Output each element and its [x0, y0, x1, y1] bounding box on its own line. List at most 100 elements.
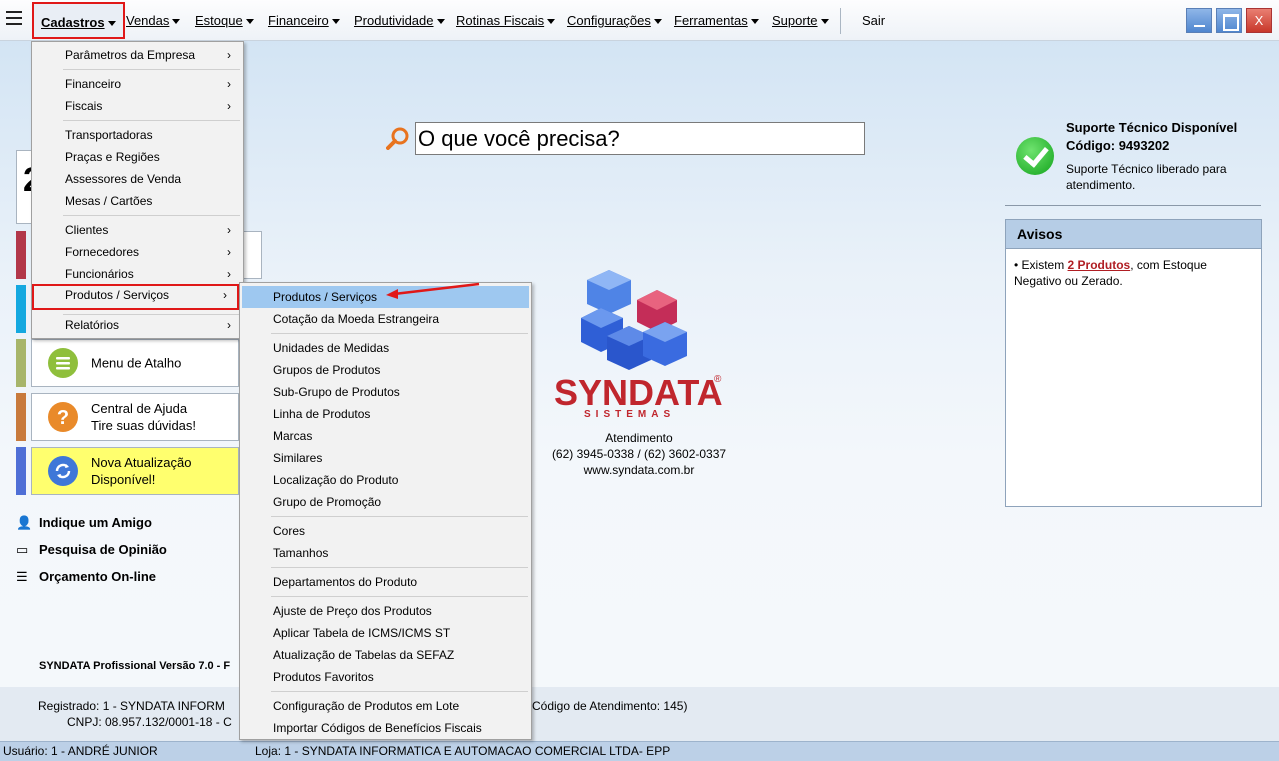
central-de-ajuda-label: Central de Ajuda Tire suas dúvidas!: [91, 401, 197, 433]
card-color-bar: [16, 339, 26, 387]
menu-item-fornecedores[interactable]: Fornecedores ›: [34, 241, 241, 263]
menu-item-pracas-regioes[interactable]: Praças e Regiões: [34, 146, 241, 168]
submenu-item-tamanhos[interactable]: Tamanhos: [242, 542, 529, 564]
question-icon: ?: [48, 402, 78, 432]
submenu-item-ajuste-preco[interactable]: Ajuste de Preço dos Produtos: [242, 600, 529, 622]
menu-item-parametros-empresa[interactable]: Parâmetros da Empresa ›: [34, 44, 241, 66]
submenu-item-tabela-icms[interactable]: Aplicar Tabela de ICMS/ICMS ST: [242, 622, 529, 644]
contact-website: www.syndata.com.br: [583, 463, 695, 477]
contact-title: Atendimento: [605, 431, 673, 445]
menu-bar: Cadastros Vendas Estoque Financeiro Prod…: [0, 0, 1279, 41]
chat-icon: ▭: [16, 542, 29, 557]
chevron-right-icon: ›: [223, 288, 227, 302]
menu-de-atalho-button[interactable]: Menu de Atalho: [31, 339, 239, 387]
minimize-button[interactable]: [1186, 8, 1212, 33]
menu-item-produtos-servicos[interactable]: Produtos / Serviços ›: [32, 284, 239, 310]
version-text: SYNDATA Profissional Versão 7.0 - F: [39, 660, 231, 672]
support-divider: [1005, 205, 1261, 206]
brand-registered-mark: ®: [714, 374, 722, 385]
checkmark-icon: [1016, 137, 1054, 175]
attendance-code-text: Código de Atendimento: 145): [532, 699, 688, 713]
menu-item-clientes[interactable]: Clientes ›: [34, 219, 241, 241]
menu-item-transportadoras[interactable]: Transportadoras: [34, 124, 241, 146]
status-user: Usuário: 1 - ANDRÉ JUNIOR: [3, 744, 158, 758]
submenu-item-importar-beneficios[interactable]: Importar Códigos de Benefícios Fiscais: [242, 717, 529, 739]
submenu-item-unidades-medidas[interactable]: Unidades de Medidas: [242, 337, 529, 359]
menu-separator: [63, 215, 240, 216]
menu-item-assessores-venda[interactable]: Assessores de Venda: [34, 168, 241, 190]
menu-separator: [63, 120, 240, 121]
avisos-panel: Avisos • Existem 2 Produtos, com Estoque…: [1005, 219, 1262, 507]
submenu-item-grupo-promocao[interactable]: Grupo de Promoção: [242, 491, 529, 513]
submenu-item-configuracao-lote[interactable]: Configuração de Produtos em Lote: [242, 695, 529, 717]
submenu-item-localizacao-produto[interactable]: Localização do Produto: [242, 469, 529, 491]
avisos-body: • Existem 2 Produtos, com Estoque Negati…: [1014, 258, 1207, 288]
status-store: Loja: 1 - SYNDATA INFORMATICA E AUTOMACA…: [255, 744, 671, 758]
orcamento-online-link[interactable]: ☰ Orçamento On-line: [16, 569, 156, 585]
menu-ferramentas[interactable]: Ferramentas: [674, 0, 759, 41]
submenu-item-cotacao-moeda[interactable]: Cotação da Moeda Estrangeira: [242, 308, 529, 330]
chevron-right-icon: ›: [227, 267, 231, 281]
menu-financeiro[interactable]: Financeiro: [268, 0, 340, 41]
search-input[interactable]: O que você precisa?: [415, 122, 865, 155]
cadastros-dropdown: Parâmetros da Empresa › Financeiro › Fisca…: [31, 41, 244, 339]
card-color-bar: [16, 393, 26, 441]
menu-de-atalho-label: Menu de Atalho: [91, 355, 182, 371]
submenu-item-subgrupo-produtos[interactable]: Sub-Grupo de Produtos: [242, 381, 529, 403]
pesquisa-opiniao-link[interactable]: ▭ Pesquisa de Opinião: [16, 542, 167, 558]
menu-vendas[interactable]: Vendas: [126, 0, 181, 41]
submenu-item-grupos-produtos[interactable]: Grupos de Produtos: [242, 359, 529, 381]
status-bar: Usuário: 1 - ANDRÉ JUNIOR Loja: 1 - SYND…: [0, 741, 1279, 761]
chevron-right-icon: ›: [227, 99, 231, 113]
chevron-right-icon: ›: [227, 223, 231, 237]
menu-sair[interactable]: Sair: [862, 0, 885, 41]
submenu-item-cores[interactable]: Cores: [242, 520, 529, 542]
brand-subtitle: SISTEMAS: [584, 409, 676, 420]
indique-amigo-link[interactable]: 👤 Indique um Amigo: [16, 515, 152, 531]
menu-suporte[interactable]: Suporte: [772, 0, 829, 41]
svg-text:?: ?: [57, 407, 69, 429]
brand-name: SYNDATA: [554, 372, 723, 413]
submenu-item-departamentos[interactable]: Departamentos do Produto: [242, 571, 529, 593]
submenu-item-produtos-favoritos[interactable]: Produtos Favoritos: [242, 666, 529, 688]
close-button[interactable]: X: [1246, 8, 1272, 33]
nova-atualizacao-label: Nova Atualização Disponível!: [91, 455, 192, 487]
nova-atualizacao-button[interactable]: Nova Atualização Disponível!: [31, 447, 239, 495]
card-color-bar: [16, 447, 26, 495]
menu-cadastros[interactable]: Cadastros: [32, 2, 125, 39]
annotation-arrow-icon: [386, 282, 480, 299]
refresh-icon: [48, 456, 78, 486]
card-color-bar: [16, 285, 26, 333]
avisos-title: Avisos: [1006, 220, 1261, 249]
submenu-item-linha-produtos[interactable]: Linha de Produtos: [242, 403, 529, 425]
menu-item-fiscais[interactable]: Fiscais ›: [34, 95, 241, 117]
menu-configuracoes[interactable]: Configurações: [567, 0, 662, 41]
submenu-item-tabelas-sefaz[interactable]: Atualização de Tabelas da SEFAZ: [242, 644, 529, 666]
menu-lines-icon: [48, 348, 78, 378]
menu-divider: [840, 8, 841, 34]
card-color-bar: [16, 231, 26, 279]
contact-phones: (62) 3945-0338 / (62) 3602-0337: [551, 447, 727, 461]
chevron-right-icon: ›: [227, 245, 231, 259]
menu-estoque[interactable]: Estoque: [195, 0, 254, 41]
maximize-button[interactable]: [1216, 8, 1242, 33]
registered-text: Registrado: 1 - SYNDATA INFORM: [38, 699, 225, 713]
submenu-item-similares[interactable]: Similares: [242, 447, 529, 469]
submenu-item-marcas[interactable]: Marcas: [242, 425, 529, 447]
menu-separator: [271, 567, 528, 568]
menu-produtividade[interactable]: Produtividade: [354, 0, 445, 41]
menu-separator: [271, 516, 528, 517]
hamburger-menu-icon[interactable]: [6, 11, 22, 27]
form-icon: ☰: [16, 569, 28, 584]
support-title: Suporte Técnico Disponível Código: 94932…: [1066, 120, 1238, 153]
menu-separator: [271, 596, 528, 597]
menu-item-relatorios[interactable]: Relatórios ›: [34, 314, 241, 336]
produtos-submenu: Produtos / Serviços Cotação da Moeda Est…: [239, 282, 532, 740]
avisos-produtos-link[interactable]: 2 Produtos: [1068, 258, 1131, 272]
central-de-ajuda-button[interactable]: ? Central de Ajuda Tire suas dúvidas!: [31, 393, 239, 441]
search-icon: [386, 127, 409, 150]
menu-item-funcionarios[interactable]: Funcionários ›: [34, 263, 241, 285]
menu-item-mesas-cartoes[interactable]: Mesas / Cartões: [34, 190, 241, 212]
menu-rotinas-fiscais[interactable]: Rotinas Fiscais: [456, 0, 556, 41]
menu-item-financeiro[interactable]: Financeiro ›: [34, 73, 241, 95]
